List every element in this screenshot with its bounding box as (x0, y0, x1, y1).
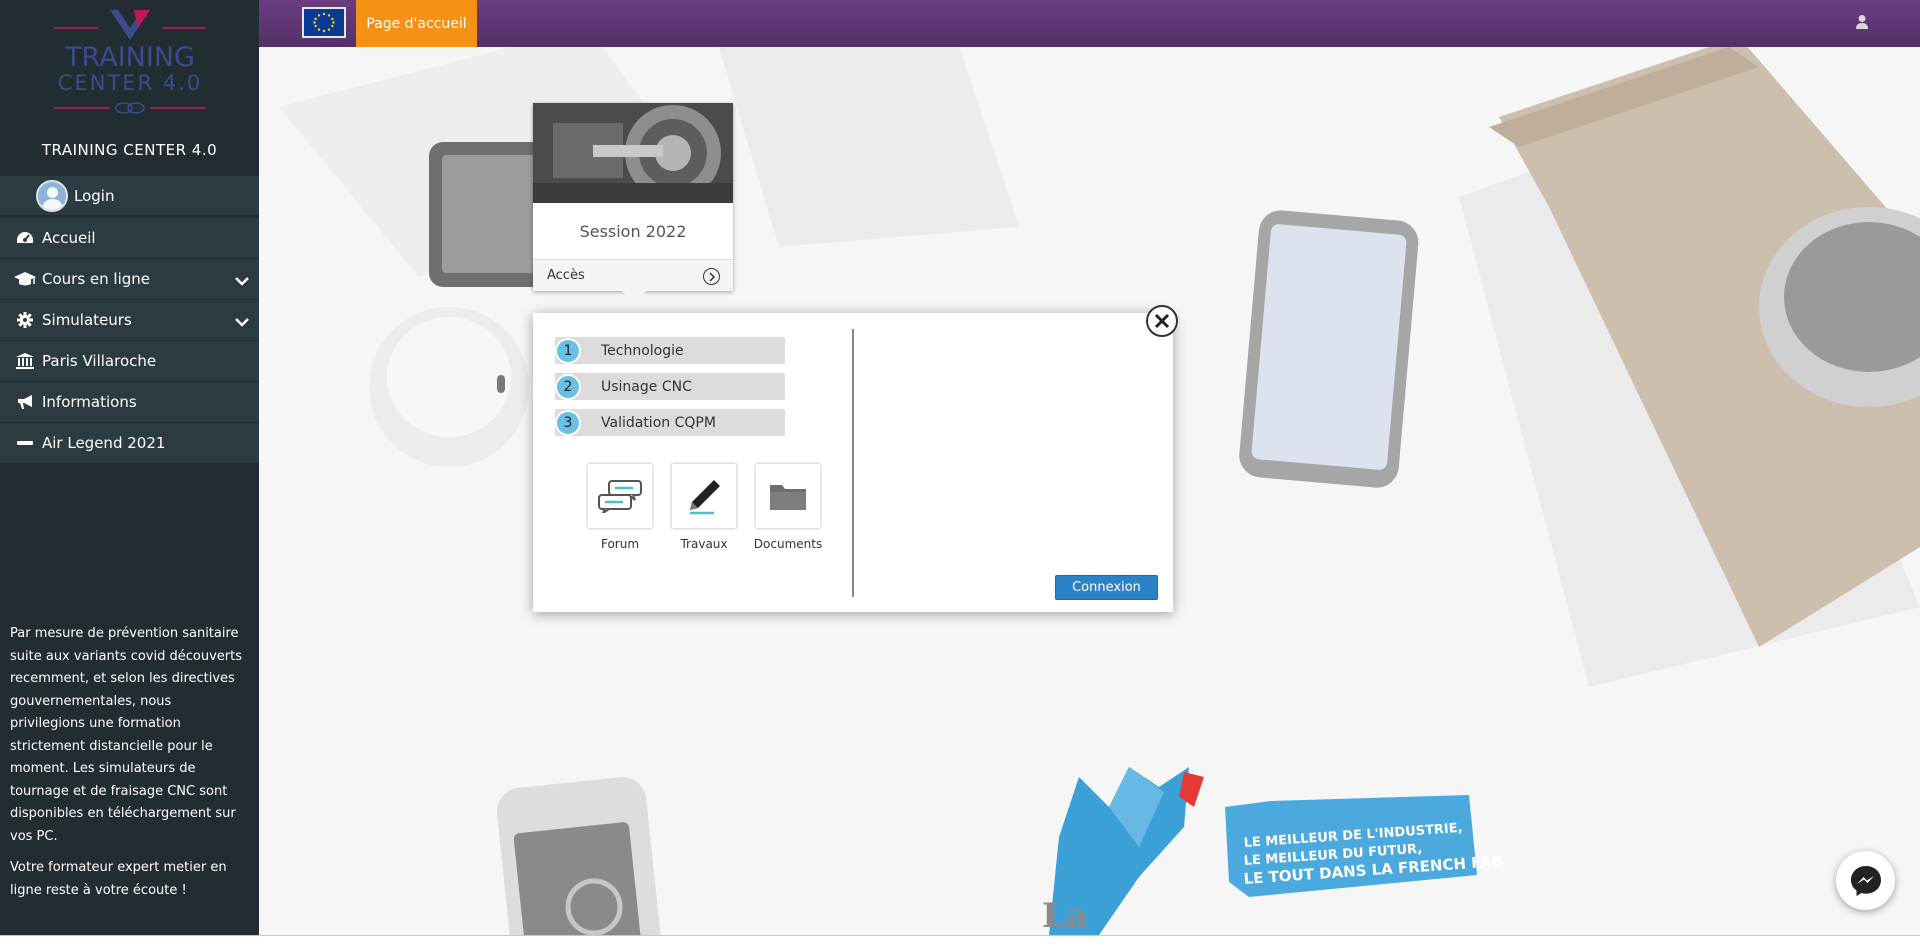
step-validation-cqpm[interactable]: 3 Validation CQPM (555, 409, 785, 436)
travaux-tool[interactable]: Travaux (662, 464, 746, 551)
bottom-strip (0, 935, 1920, 952)
connexion-button[interactable]: Connexion (1055, 575, 1158, 600)
step-number: 3 (555, 409, 581, 436)
sidebar: TRAINING CENTER 4.0 TRAINING CENTER 4.0 … (0, 0, 259, 935)
eu-flag-icon (302, 7, 346, 38)
user-icon[interactable] (1856, 14, 1868, 34)
sidebar-item-accueil[interactable]: Accueil (0, 218, 259, 258)
session-image (533, 103, 733, 203)
sidebar-item-air-legend-2021[interactable]: Air Legend 2021 (0, 423, 259, 463)
avatar (36, 179, 68, 212)
top-bar: Page d'accueil (259, 0, 1920, 47)
graduation-cap-icon (12, 271, 38, 287)
sidebar-item-label: Air Legend 2021 (42, 434, 166, 452)
pen-icon[interactable] (672, 464, 736, 528)
login-label: Login (74, 186, 115, 205)
tool-label: Forum (600, 537, 640, 551)
messenger-chat-button[interactable] (1836, 851, 1895, 910)
notice-paragraph-2: Votre formateur expert metier en ligne r… (10, 860, 227, 898)
course-steps: 1 Technologie 2 Usinage CNC 3 Validation… (555, 337, 785, 445)
home-tab[interactable]: Page d'accueil (356, 0, 477, 47)
forum-tool[interactable]: Forum (578, 464, 662, 551)
brand-title: TRAINING CENTER 4.0 (41, 141, 218, 159)
sidebar-item-label: Cours en ligne (42, 270, 151, 288)
sidebar-menu: Accueil Cours en ligne Simulateurs Paris… (0, 218, 259, 464)
session-popup: 1 Technologie 2 Usinage CNC 3 Validation… (533, 313, 1173, 612)
sidebar-item-label: Simulateurs (42, 311, 132, 329)
training-center-logo[interactable]: TRAINING CENTER 4.0 (50, 6, 210, 116)
step-number: 1 (555, 337, 581, 364)
popup-divider (852, 329, 854, 597)
sidebar-item-label: Informations (42, 393, 137, 411)
messenger-icon (1850, 865, 1881, 896)
tool-shortcuts: Forum Travaux Documents (578, 464, 830, 551)
sidebar-item-cours-en-ligne[interactable]: Cours en ligne (0, 259, 259, 299)
chat-bubbles-icon[interactable] (588, 464, 652, 528)
chevron-down-icon[interactable] (235, 272, 249, 290)
chevron-down-icon[interactable] (235, 313, 249, 331)
gear-icon (12, 312, 38, 328)
sidebar-item-paris-villaroche[interactable]: Paris Villaroche (0, 341, 259, 381)
sidebar-item-label: Accueil (42, 229, 96, 247)
card-pointer (622, 291, 646, 303)
step-label: Validation CQPM (601, 414, 716, 431)
sidebar-item-informations[interactable]: Informations (0, 382, 259, 422)
covid-notice: Par mesure de prévention sanitaire suite… (10, 623, 250, 911)
step-number: 2 (555, 373, 581, 400)
documents-tool[interactable]: Documents (746, 464, 830, 551)
institution-icon (12, 353, 38, 369)
login-link[interactable]: Login (0, 176, 259, 215)
sidebar-item-label: Paris Villaroche (42, 352, 157, 370)
la-text: La (1042, 896, 1088, 935)
logo-text-1: TRAINING (64, 42, 195, 73)
bullhorn-icon (12, 394, 38, 410)
session-card[interactable]: Session 2022 Accès (533, 103, 733, 291)
notice-paragraph-1: Par mesure de prévention sanitaire suite… (10, 626, 242, 844)
tool-label: Documents (753, 537, 823, 551)
step-technologie[interactable]: 1 Technologie (555, 337, 785, 364)
chevron-right-icon (703, 268, 720, 285)
access-label: Accès (547, 268, 585, 283)
logo-text-2: CENTER 4.0 (58, 71, 202, 95)
step-label: Technologie (601, 342, 684, 359)
minus-icon (12, 440, 38, 446)
step-label: Usinage CNC (601, 378, 692, 395)
session-access-link[interactable]: Accès (533, 259, 733, 291)
sidebar-item-simulateurs[interactable]: Simulateurs (0, 300, 259, 340)
close-icon[interactable] (1146, 305, 1178, 337)
step-usinage-cnc[interactable]: 2 Usinage CNC (555, 373, 785, 400)
session-title: Session 2022 (579, 221, 687, 241)
tool-label: Travaux (680, 537, 728, 551)
dashboard-icon (12, 230, 38, 246)
folder-icon[interactable] (756, 464, 820, 528)
